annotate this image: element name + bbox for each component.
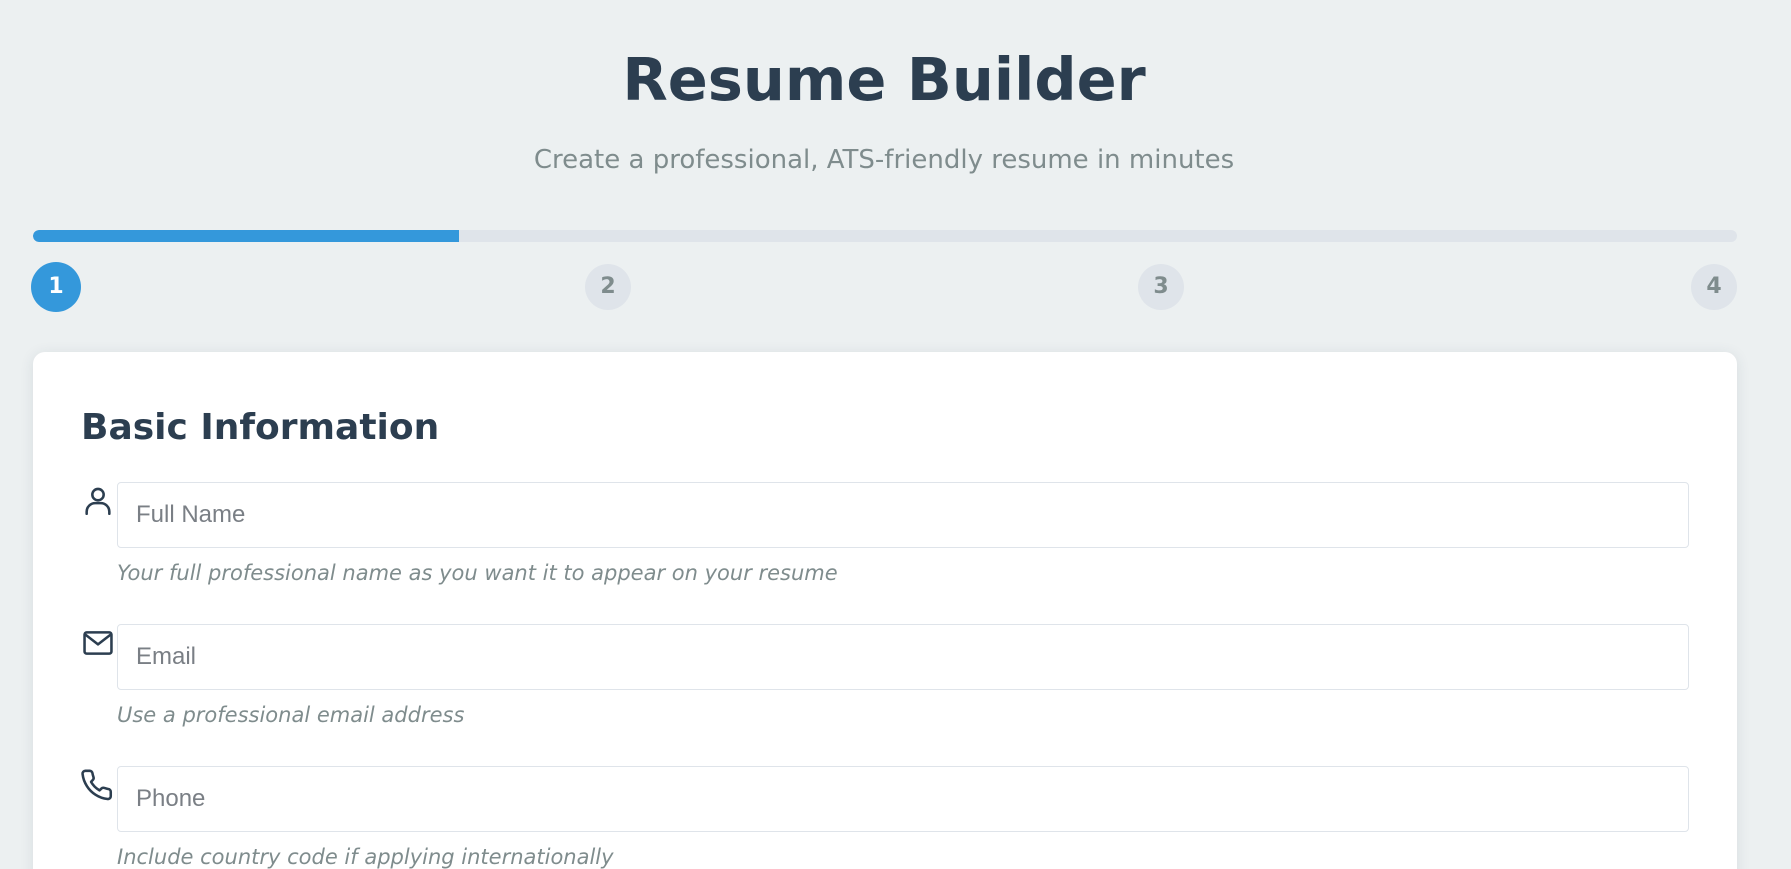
phone-hint: Include country code if applying interna… [117, 845, 614, 869]
section-title: Basic Information [81, 407, 440, 448]
step-4-indicator[interactable]: 4 [1691, 264, 1737, 310]
email-input[interactable] [117, 624, 1689, 690]
progress-bar [33, 230, 1737, 242]
email-hint: Use a professional email address [117, 703, 465, 727]
step-2-indicator[interactable]: 2 [585, 264, 631, 310]
form-card: Basic Information Your full professional… [33, 352, 1737, 869]
phone-input[interactable] [117, 766, 1689, 832]
phone-icon [81, 768, 115, 802]
mail-icon [81, 626, 115, 660]
resume-builder-page: Resume Builder Create a professional, AT… [0, 0, 1791, 869]
page-title: Resume Builder [622, 45, 1146, 114]
user-icon [81, 484, 115, 518]
page-subtitle: Create a professional, ATS-friendly resu… [533, 145, 1235, 175]
step-1-indicator[interactable]: 1 [31, 262, 81, 312]
full-name-hint: Your full professional name as you want … [117, 561, 838, 585]
full-name-input[interactable] [117, 482, 1689, 548]
step-3-indicator[interactable]: 3 [1138, 264, 1184, 310]
progress-bar-fill [33, 230, 459, 242]
